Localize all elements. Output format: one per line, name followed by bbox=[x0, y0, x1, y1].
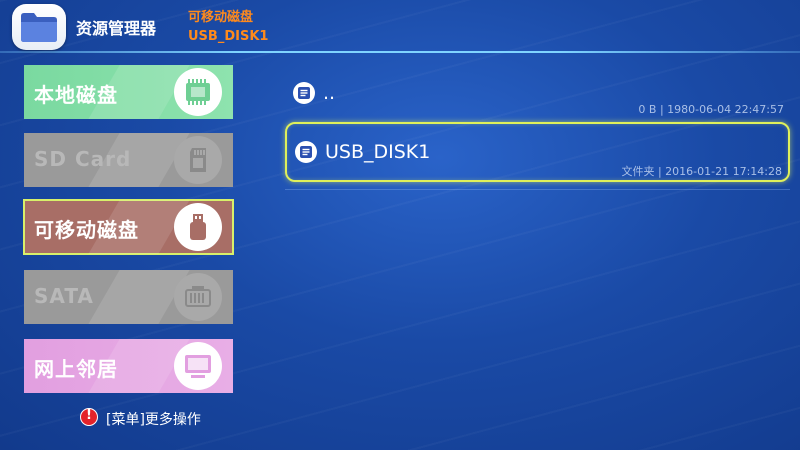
sidebar-item-removable-disk[interactable]: 可移动磁盘 bbox=[23, 199, 234, 255]
sidebar-item-label: SATA bbox=[34, 284, 94, 308]
file-row-usb-disk1[interactable]: USB_DISK1 文件夹 | 2016-01-21 17:14:28 bbox=[285, 122, 790, 182]
file-name: .. bbox=[323, 82, 336, 104]
row-divider bbox=[285, 189, 790, 190]
alert-icon bbox=[80, 408, 98, 426]
header: 资源管理器 可移动磁盘 USB_DISK1 bbox=[0, 0, 800, 52]
sidebar-item-local-disk[interactable]: 本地磁盘 bbox=[24, 65, 233, 119]
sidebar-item-label: 本地磁盘 bbox=[34, 83, 118, 107]
header-divider bbox=[0, 51, 800, 53]
sidebar-item-label: 可移动磁盘 bbox=[34, 218, 139, 242]
list-icon bbox=[293, 82, 315, 104]
usb-drive-icon bbox=[174, 203, 222, 251]
file-meta: 文件夹 | 2016-01-21 17:14:28 bbox=[621, 165, 782, 178]
file-name: USB_DISK1 bbox=[325, 141, 431, 163]
sidebar-item-label: SD Card bbox=[34, 147, 132, 171]
current-location: 可移动磁盘 bbox=[188, 10, 254, 25]
current-device: USB_DISK1 bbox=[188, 29, 269, 44]
file-meta: 0 B | 1980-06-04 22:47:57 bbox=[638, 103, 784, 116]
sidebar-item-label: 网上邻居 bbox=[34, 357, 118, 381]
network-screen-icon bbox=[174, 342, 222, 390]
menu-hint: [菜单]更多操作 bbox=[106, 412, 201, 428]
sd-card-icon bbox=[174, 136, 222, 184]
file-row-parent[interactable]: .. 0 B | 1980-06-04 22:47:57 bbox=[285, 66, 790, 122]
app-title: 资源管理器 bbox=[76, 19, 157, 38]
sidebar-item-sata[interactable]: SATA bbox=[24, 270, 233, 324]
folder-icon bbox=[12, 4, 66, 50]
chip-icon bbox=[174, 68, 222, 116]
sata-icon bbox=[174, 273, 222, 321]
sidebar-item-network-neighborhood[interactable]: 网上邻居 bbox=[24, 339, 233, 393]
sidebar-item-sd-card[interactable]: SD Card bbox=[24, 133, 233, 187]
list-icon bbox=[295, 141, 317, 163]
